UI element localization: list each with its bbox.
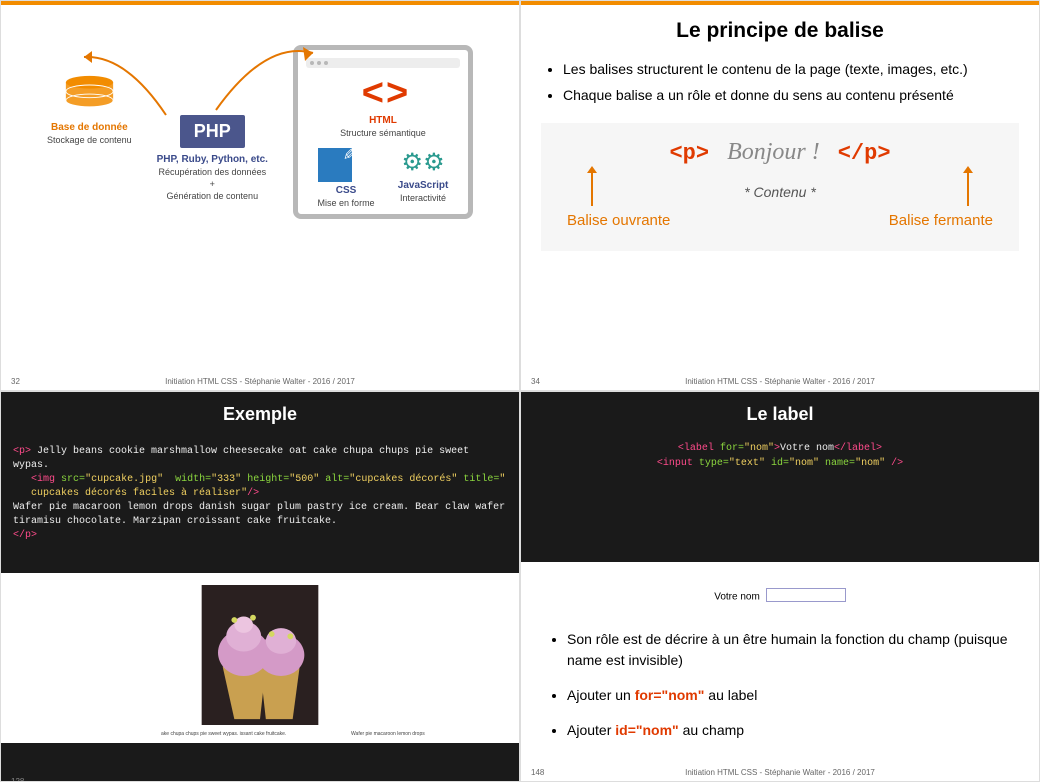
tag-content: Bonjour !: [727, 139, 820, 166]
browser-bar-icon: [306, 58, 460, 68]
form-preview: Votre nom: [521, 562, 1039, 629]
bullet-list: Son rôle est de décrire à un être humain…: [521, 629, 1039, 741]
contenu-label: * Contenu *: [744, 184, 816, 200]
slide-balise-principle: Le principe de balise Les balises struct…: [520, 0, 1040, 391]
slide-label: Le label <label for="nom">Votre nom</lab…: [520, 391, 1040, 782]
slide-footer: 34 Initiation HTML CSS - Stéphanie Walte…: [521, 377, 1039, 386]
css-icon: [318, 148, 352, 182]
html-label: HTML: [306, 115, 460, 126]
page-number: 34: [531, 377, 540, 386]
bullet-list: Les balises structurent le contenu de la…: [521, 61, 1039, 103]
accent-bar: [521, 1, 1039, 5]
tag-line: <p> Bonjour ! </p>: [561, 139, 999, 166]
form-label: Votre nom: [714, 592, 760, 603]
arrow-db-php: [76, 45, 176, 135]
render-preview: ake chupa chups pie sweet wypas. issant …: [1, 573, 519, 743]
bullet-item: Son rôle est de décrire à un être humain…: [567, 629, 1009, 671]
slide-content: Base de donnée Stockage de contenu PHP P…: [1, 5, 519, 219]
slide-architecture: Base de donnée Stockage de contenu PHP P…: [0, 0, 520, 391]
js-block: ⚙⚙ JavaScript Interactivité: [398, 148, 449, 208]
slide-footer: 148 Initiation HTML CSS - Stéphanie Walt…: [521, 768, 1039, 777]
bullet-item: Ajouter id="nom" au champ: [567, 720, 1009, 741]
arrow-up-icon: [591, 172, 593, 206]
css-sub: Mise en forme: [318, 198, 375, 208]
js-icon: ⚙⚙: [398, 148, 449, 177]
page-number: 32: [11, 377, 20, 386]
bullet-item: Chaque balise a un rôle et donne du sens…: [563, 87, 1013, 103]
php-plus: +: [157, 179, 268, 189]
slide-title: Le principe de balise: [521, 19, 1039, 43]
name-input[interactable]: [766, 588, 846, 602]
slide-top-dark: Le label <label for="nom">Votre nom</lab…: [521, 392, 1039, 562]
js-sub: Interactivité: [398, 193, 449, 203]
php-sub2: Génération de contenu: [157, 191, 268, 201]
html-icon: <>: [306, 74, 460, 112]
tag-labels: Balise ouvrante Balise fermante: [561, 212, 999, 229]
code-block: <p> Jelly beans cookie marshmallow chees…: [1, 445, 519, 543]
slide-title: Exemple: [1, 392, 519, 445]
code-block: <label for="nom">Votre nom</label> <inpu…: [521, 441, 1039, 471]
render-text-right: Wafer pie macaroon lemon drops: [351, 731, 425, 737]
footer-text: Initiation HTML CSS - Stéphanie Walter -…: [685, 768, 875, 777]
db-sub: Stockage de contenu: [47, 135, 132, 145]
html-sub: Structure sémantique: [306, 128, 460, 138]
php-sub1: Récupération des données: [157, 167, 268, 177]
page-number: 128: [11, 777, 24, 782]
footer-text: Initiation HTML CSS - Stéphanie Walter -…: [165, 377, 355, 386]
css-label: CSS: [318, 185, 375, 196]
bullet-item: Les balises structurent le contenu de la…: [563, 61, 1013, 77]
browser-row: CSS Mise en forme ⚙⚙ JavaScript Interact…: [306, 148, 460, 208]
tag-diagram: <p> Bonjour ! </p> * Contenu * Balise ou…: [541, 123, 1019, 251]
page-number: 148: [531, 768, 544, 777]
css-block: CSS Mise en forme: [318, 148, 375, 208]
arrow-up-icon: [967, 172, 969, 206]
arrow-php-html: [211, 35, 321, 125]
bullet-item: Ajouter un for="nom" au label: [567, 685, 1009, 706]
close-tag-label: Balise fermante: [889, 212, 993, 229]
footer-text: Initiation HTML CSS - Stéphanie Walter -…: [685, 377, 875, 386]
cupcake-image: [200, 585, 320, 725]
php-caption: PHP, Ruby, Python, etc.: [157, 154, 268, 165]
arrow-row: * Contenu *: [561, 172, 999, 206]
js-label: JavaScript: [398, 180, 449, 191]
render-text-left: ake chupa chups pie sweet wypas. issant …: [161, 731, 286, 737]
slide-footer: 32 Initiation HTML CSS - Stéphanie Walte…: [1, 377, 519, 386]
slide-example: Exemple <p> Jelly beans cookie marshmall…: [0, 391, 520, 782]
slide-title: Le label: [521, 392, 1039, 441]
opening-tag: <p>: [669, 141, 709, 166]
closing-tag: </p>: [838, 141, 891, 166]
open-tag-label: Balise ouvrante: [567, 212, 670, 229]
